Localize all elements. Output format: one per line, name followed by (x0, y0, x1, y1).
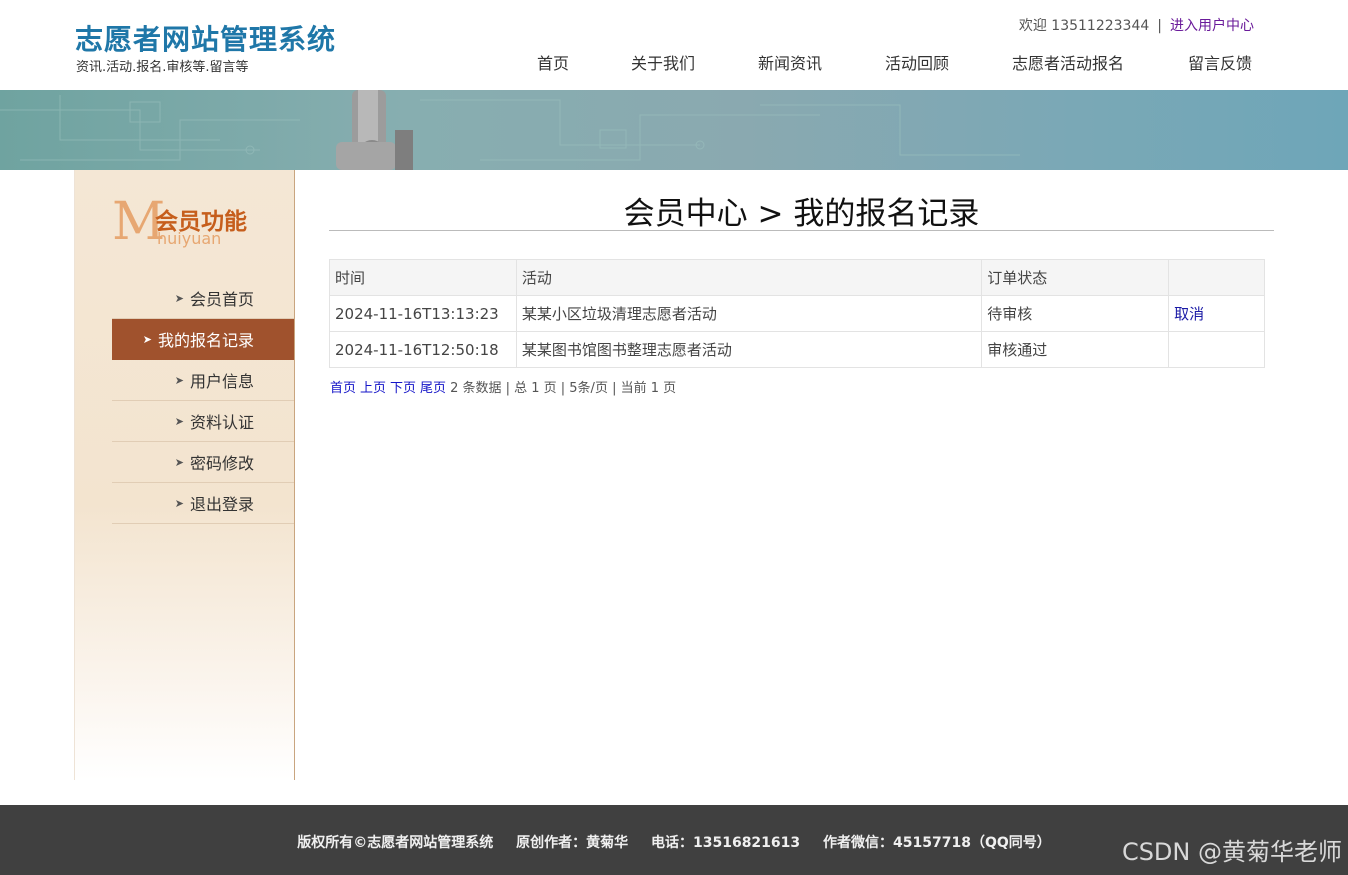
banner-graphic (0, 90, 1020, 170)
pager-first[interactable]: 首页 (330, 381, 356, 396)
pager-prev[interactable]: 上页 (360, 381, 386, 396)
welcome-text: 欢迎 13511223344 (1018, 18, 1150, 34)
cell-status: 待审核 (981, 295, 1170, 332)
top-links-separator: | (1157, 18, 1162, 34)
site-header: 志愿者网站管理系统 资讯.活动.报名.审核等.留言等 欢迎 1351122334… (0, 0, 1348, 90)
pager-summary: 2 条数据 | 总 1 页 | 5条/页 | 当前 1 页 (450, 381, 677, 396)
sidebar-item-label: 我的报名记录 (157, 331, 254, 350)
column-header-action (1168, 259, 1265, 296)
footer-wechat: 作者微信：45157718（QQ同号） (823, 835, 1051, 851)
cell-time: 2024-11-16T13:13:23 (329, 295, 517, 332)
chevron-right-icon: ➤ (174, 373, 184, 387)
column-header-time: 时间 (329, 259, 517, 296)
cell-action: 取消 (1168, 295, 1265, 332)
pager-last[interactable]: 尾页 (420, 381, 446, 396)
nav-about[interactable]: 关于我们 (631, 50, 695, 74)
nav-feedback[interactable]: 留言反馈 (1188, 50, 1252, 74)
table-row: 2024-11-16T13:13:23 某某小区垃圾清理志愿者活动 待审核 取消 (329, 295, 1265, 332)
footer-copyright: 版权所有©志愿者网站管理系统 (297, 835, 494, 851)
sidebar-menu: ➤ 会员首页 ➤ 我的报名记录 ➤ 用户信息 ➤ 资料认证 ➤ 密码修改 ➤ 退出登录 (112, 278, 294, 524)
column-header-activity: 活动 (515, 259, 983, 296)
nav-news[interactable]: 新闻资讯 (758, 50, 822, 74)
sidebar-item-verification[interactable]: ➤ 资料认证 (112, 401, 294, 442)
site-subtitle: 资讯.活动.报名.审核等.留言等 (76, 60, 249, 75)
nav-volunteer-signup[interactable]: 志愿者活动报名 (1012, 50, 1124, 74)
header-banner (0, 90, 1348, 170)
cell-activity: 某某小区垃圾清理志愿者活动 (515, 295, 983, 332)
sidebar-item-label: 资料认证 (189, 413, 254, 432)
footer-author: 原创作者：黄菊华 (516, 835, 629, 851)
sidebar-item-label: 密码修改 (189, 454, 254, 473)
table-header-row: 时间 活动 订单状态 (329, 259, 1265, 296)
chevron-right-icon: ➤ (174, 496, 184, 510)
sidebar-item-logout[interactable]: ➤ 退出登录 (112, 483, 294, 524)
signup-records-table: 时间 活动 订单状态 2024-11-16T13:13:23 某某小区垃圾清理志… (329, 259, 1265, 368)
user-center-link[interactable]: 进入用户中心 (1170, 18, 1254, 34)
member-functions-logo: M 会员功能 huiyuan (112, 196, 282, 252)
sidebar-item-label: 会员首页 (189, 290, 254, 309)
sidebar-item-label: 退出登录 (189, 495, 254, 514)
main-nav: 首页 关于我们 新闻资讯 活动回顾 志愿者活动报名 留言反馈 (520, 50, 1260, 74)
csdn-watermark: CSDN @黄菊华老师 (1121, 838, 1342, 866)
page-title: 会员中心 > 我的报名记录 (623, 196, 980, 232)
sidebar-item-member-home[interactable]: ➤ 会员首页 (112, 278, 294, 319)
pagination: 首页 上页 下页 尾页 2 条数据 | 总 1 页 | 5条/页 | 当前 1 页 (330, 377, 676, 396)
cell-status: 审核通过 (981, 331, 1170, 368)
footer-phone: 电话：13516821613 (650, 835, 801, 851)
table-row: 2024-11-16T12:50:18 某某图书馆图书整理志愿者活动 审核通过 (329, 331, 1265, 368)
chevron-right-icon: ➤ (174, 455, 184, 469)
nav-home[interactable]: 首页 (537, 50, 569, 74)
sidebar-item-user-info[interactable]: ➤ 用户信息 (112, 360, 294, 401)
chevron-right-icon: ➤ (142, 332, 152, 346)
cell-activity: 某某图书馆图书整理志愿者活动 (515, 331, 983, 368)
top-links: 欢迎 13511223344 | 进入用户中心 (1019, 15, 1254, 35)
site-title[interactable]: 志愿者网站管理系统 (75, 18, 336, 58)
cell-action (1168, 331, 1265, 368)
pager-next[interactable]: 下页 (390, 381, 416, 396)
sidebar-item-my-signups[interactable]: ➤ 我的报名记录 (112, 319, 294, 360)
column-header-status: 订单状态 (981, 259, 1170, 296)
sidebar-item-label: 用户信息 (189, 372, 254, 391)
member-sidebar: M 会员功能 huiyuan ➤ 会员首页 ➤ 我的报名记录 ➤ 用户信息 ➤ 资料认证… (74, 170, 295, 780)
chevron-right-icon: ➤ (174, 291, 184, 305)
title-divider (329, 230, 1274, 231)
cancel-signup-link[interactable]: 取消 (1174, 305, 1204, 323)
chevron-right-icon: ➤ (174, 414, 184, 428)
nav-activity-review[interactable]: 活动回顾 (885, 50, 949, 74)
logo-en-text: huiyuan (157, 229, 222, 248)
sidebar-item-change-password[interactable]: ➤ 密码修改 (112, 442, 294, 483)
cell-time: 2024-11-16T12:50:18 (329, 331, 517, 368)
